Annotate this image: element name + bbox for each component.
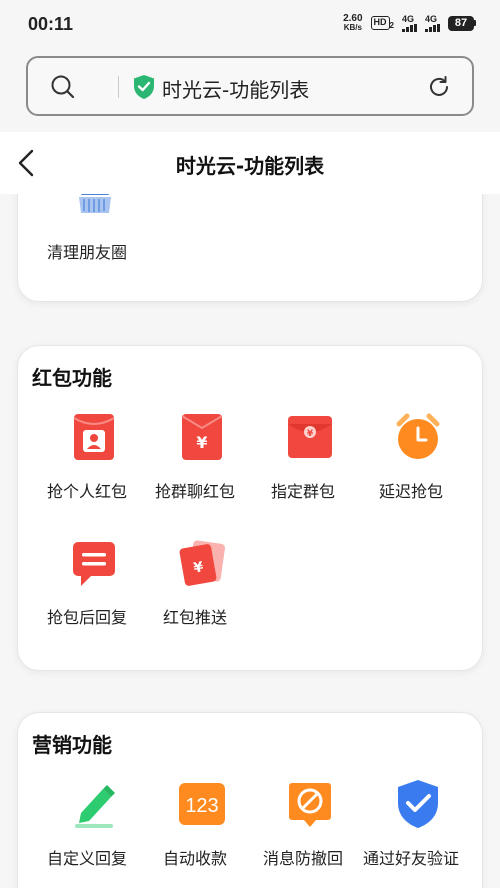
network-speed: 2.60 KB/s	[343, 13, 363, 33]
url-bar[interactable]: 时光云-功能列表	[26, 56, 474, 116]
feature-label: 通过好友验证	[362, 849, 459, 868]
status-bar: 00:11 2.60 KB/s HD 2 4G 4G 87	[0, 0, 500, 50]
section-card-red-envelope: 红包功能 抢个人红包 ¥ 抢群聊红包 ¥ 指定群包 延迟抢包 抢包后回复 ¥ 红…	[17, 345, 483, 671]
section-title: 红包功能	[32, 366, 112, 390]
feature-label: 自动收款	[162, 849, 227, 868]
status-time: 00:11	[28, 14, 74, 34]
feature-label: 红包推送	[162, 608, 227, 627]
status-icons: 2.60 KB/s HD 2 4G 4G 87	[343, 14, 476, 32]
reload-icon[interactable]	[426, 74, 452, 100]
feature-label: 抢包后回复	[46, 608, 127, 627]
pencil-icon	[75, 785, 115, 828]
number-123-icon: 123	[179, 783, 225, 825]
feature-label: 指定群包	[270, 482, 335, 501]
feature-label: 抢个人红包	[46, 482, 127, 501]
feature-label: 自定义回复	[46, 849, 127, 868]
svg-text:123: 123	[185, 795, 218, 817]
url-text[interactable]: 时光云-功能列表	[162, 74, 309, 103]
page-title: 时光云-功能列表	[175, 154, 325, 178]
section-card-marketing: 营销功能 自定义回复 123 自动收款 消息防撤回 通过好友验证	[17, 712, 483, 888]
clock-icon	[396, 413, 440, 459]
page-header: 时光云-功能列表	[0, 132, 500, 194]
url-divider	[118, 76, 119, 98]
red-envelope-push-icon: ¥	[179, 540, 225, 586]
section-title: 营销功能	[32, 733, 112, 757]
feature-label: 抢群聊红包	[154, 482, 235, 501]
anti-recall-icon	[289, 783, 331, 827]
red-envelope-person-icon	[73, 414, 115, 460]
secure-shield-icon	[134, 75, 154, 99]
svg-text:¥: ¥	[196, 433, 207, 452]
signal-icon-2: 4G	[425, 14, 440, 32]
shield-check-icon	[398, 780, 438, 828]
red-envelope-group-icon: ¥	[288, 416, 332, 458]
signal-icon-1: 4G	[402, 14, 417, 32]
hd-icon: HD 2	[370, 16, 394, 30]
feature-label: 延迟抢包	[378, 482, 443, 501]
feature-label: 清理朋友圈	[46, 243, 127, 262]
red-envelope-yen-icon: ¥	[181, 414, 223, 460]
feature-label: 消息防撤回	[262, 849, 343, 868]
battery-icon: 87	[448, 15, 476, 31]
chat-bubble-icon	[73, 542, 115, 586]
svg-text:¥: ¥	[307, 429, 314, 439]
search-icon[interactable]	[50, 74, 76, 100]
